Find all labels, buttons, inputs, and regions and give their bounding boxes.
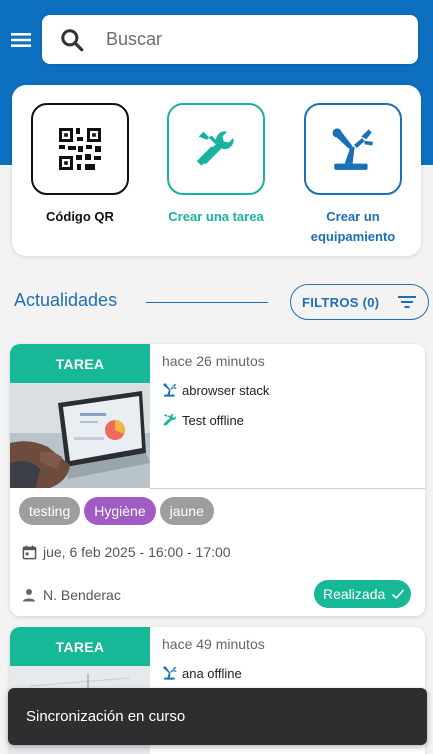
tag-chip[interactable]: Hygiène [84,497,156,525]
search-icon [61,28,84,51]
laptop-photo-image [10,383,150,488]
equipment-icon [163,383,177,397]
sync-snackbar: Sincronización en curso [8,688,427,745]
quick-actions-card: Código QR Crear una tarea Crear un equip… [12,85,421,256]
card-type-badge: TAREA [10,344,150,383]
card-user-name: N. Benderac [43,587,121,603]
filter-lines-icon [398,296,416,308]
filters-button[interactable]: FILTROS (0) [290,284,429,320]
search-input[interactable] [106,29,386,50]
card-time: hace 26 minutos [162,353,265,369]
search-bar[interactable] [42,15,418,64]
person-icon [23,589,35,602]
card-equipment-name: ana offline [182,665,242,681]
divider [146,302,268,303]
create-equipment-button[interactable]: Crear un equipamiento [303,103,403,247]
create-equipment-tile[interactable] [304,103,402,195]
menu-button[interactable] [8,27,34,53]
card-task-name: Test offline [182,412,244,428]
qr-code-icon [59,128,101,170]
qr-code-label: Código QR [46,209,114,224]
status-label: Realizada [323,586,386,602]
card-equipment-row[interactable]: abrowser stack [162,382,269,398]
create-task-tile[interactable] [167,103,265,195]
card-date-row: jue, 6 feb 2025 - 16:00 - 17:00 [22,544,231,560]
card-equipment-name: abrowser stack [182,382,270,398]
card-equipment-row[interactable]: ana offline [162,665,242,681]
feed-card[interactable]: TAREA hace 26 minutos abrowser stack Tes… [10,344,425,616]
snackbar-message: Sincronización en curso [26,708,186,725]
card-type-badge: TAREA [10,627,150,666]
menu-icon [11,33,31,47]
create-task-label: Crear una tarea [168,209,264,224]
card-date: jue, 6 feb 2025 - 16:00 - 17:00 [43,544,231,560]
check-icon [392,589,405,600]
qr-code-tile[interactable] [31,103,129,195]
equipment-icon [163,666,177,680]
filters-label: FILTROS (0) [302,294,380,310]
tag-chip[interactable]: testing [19,497,81,525]
qr-code-button[interactable]: Código QR [30,103,130,227]
card-thumbnail [10,383,150,488]
status-badge[interactable]: Realizada [314,580,411,608]
calendar-icon [22,544,37,559]
divider [150,488,425,489]
card-time: hace 49 minutos [162,636,265,652]
card-task-row[interactable]: Test offline [162,412,244,428]
create-task-button[interactable]: Crear una tarea [166,103,266,227]
equipment-icon [332,128,373,170]
tag-list: testing Hygiène jaune [19,497,214,525]
create-equipment-label: Crear un equipamiento [310,209,396,244]
tools-icon [196,131,234,166]
tools-icon [163,413,177,426]
feed-title: Actualidades [14,290,118,310]
card-user-row: N. Benderac [22,587,121,603]
tag-chip[interactable]: jaune [159,497,214,525]
